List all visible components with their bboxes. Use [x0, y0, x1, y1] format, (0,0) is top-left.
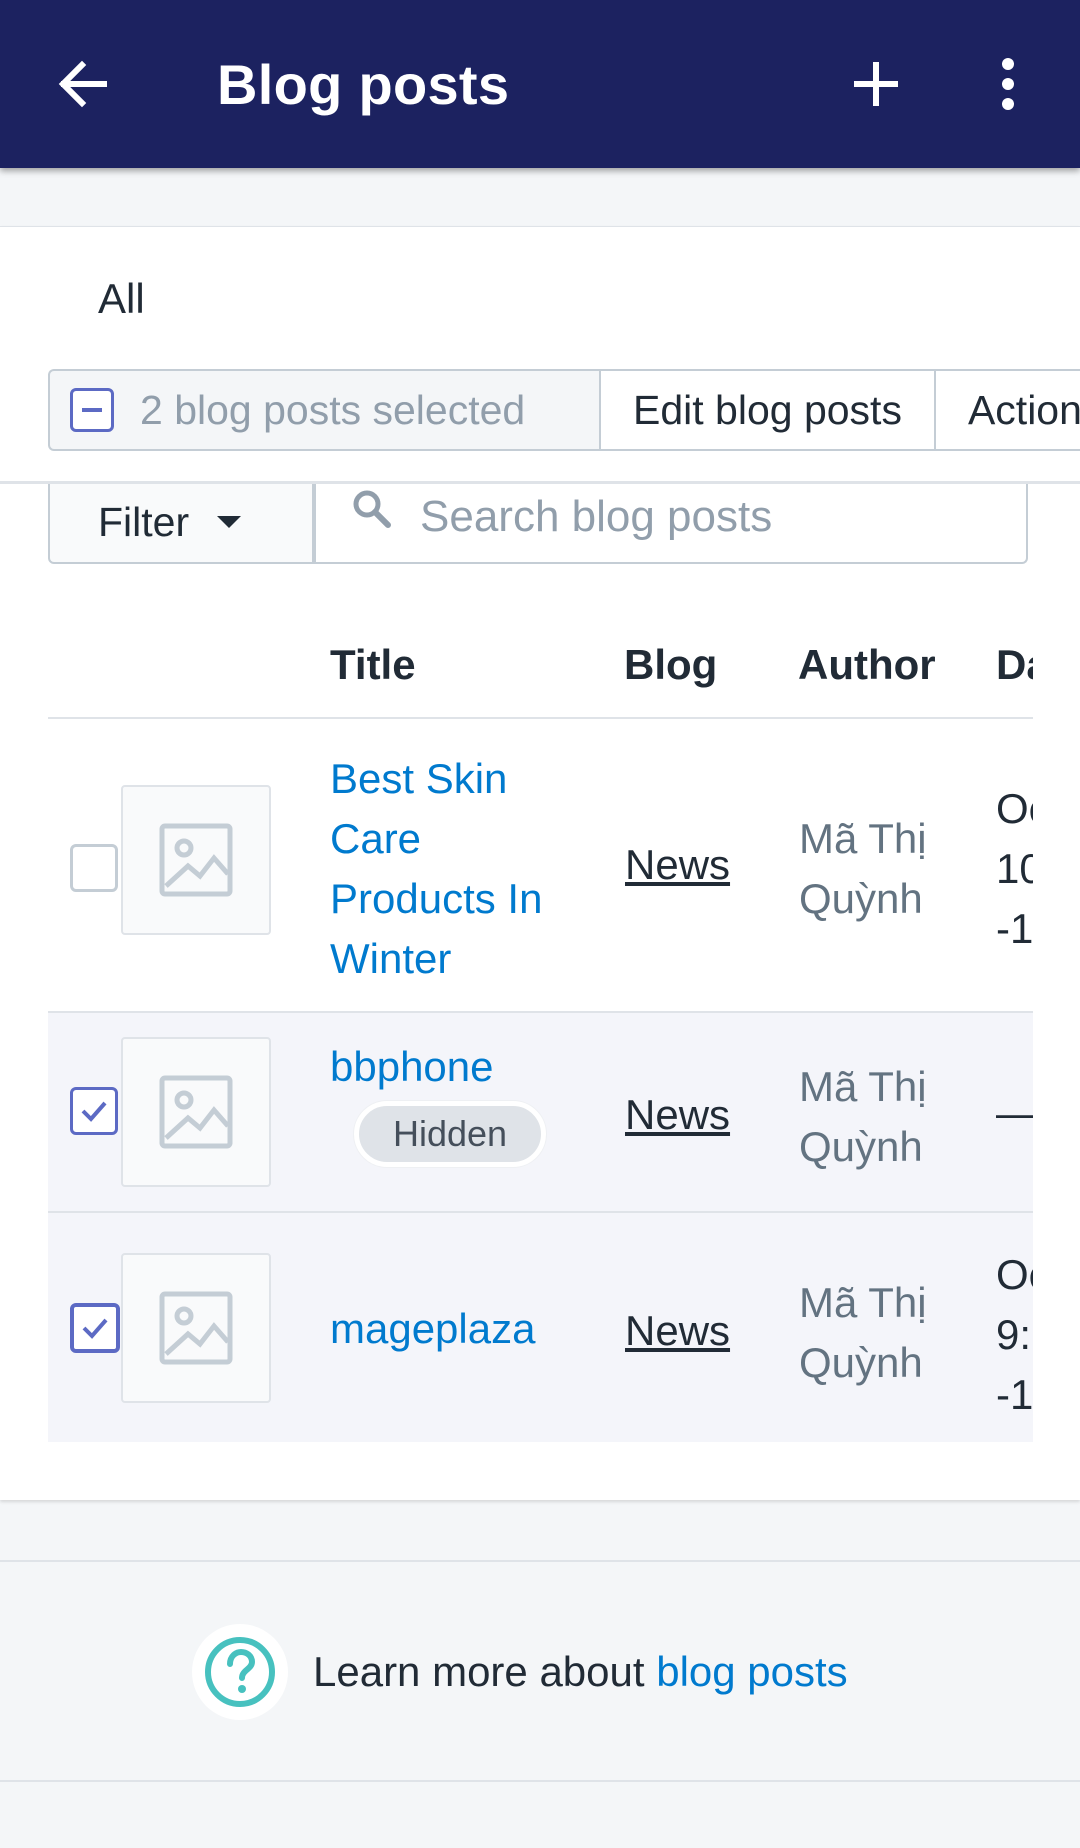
- date-line: Oct: [996, 1251, 1033, 1298]
- post-title-link[interactable]: mageplaza: [330, 1299, 535, 1359]
- help-prefix: Learn more about: [313, 1648, 657, 1695]
- column-header-title[interactable]: Title: [330, 641, 416, 689]
- date: Oct 9: -1: [996, 1245, 1033, 1425]
- help-icon: [192, 1624, 288, 1720]
- date-line: 10: [996, 845, 1033, 892]
- author-line: Quỳnh: [799, 1123, 923, 1170]
- column-header-blog[interactable]: Blog: [624, 641, 717, 689]
- post-title-link[interactable]: Best Skin Care Products In Winter: [330, 749, 542, 989]
- table-row[interactable]: bbphone Hidden News Mã Thị Quỳnh —: [48, 1013, 1033, 1213]
- divider: [0, 481, 1080, 484]
- more-vertical-icon[interactable]: [980, 48, 1036, 120]
- blog-link[interactable]: News: [625, 1307, 730, 1355]
- row-checkbox-checked[interactable]: [70, 1303, 120, 1353]
- author: Mã Thị Quỳnh: [799, 1273, 927, 1393]
- filter-button[interactable]: Filter: [48, 482, 314, 564]
- title-line: Best Skin: [330, 755, 508, 802]
- checkmark-icon: [82, 1318, 108, 1339]
- filter-row: Filter: [48, 482, 1028, 564]
- author-line: Mã Thị: [799, 1279, 927, 1326]
- table-header: Title Blog Author Date: [48, 627, 1033, 719]
- author: Mã Thị Quỳnh: [799, 809, 927, 929]
- image-placeholder-icon: [121, 1253, 271, 1403]
- table-row[interactable]: mageplaza News Mã Thị Quỳnh Oct 9: -1: [48, 1213, 1033, 1442]
- table-row[interactable]: Best Skin Care Products In Winter News M…: [48, 721, 1033, 1013]
- date: Oct 10 -1: [996, 779, 1033, 959]
- back-arrow-icon[interactable]: [48, 48, 120, 120]
- author-line: Quỳnh: [799, 1339, 923, 1386]
- blog-link[interactable]: News: [625, 1091, 730, 1139]
- page-title: Blog posts: [217, 53, 510, 116]
- author-line: Mã Thị: [799, 1063, 927, 1110]
- status-badge: Hidden: [354, 1101, 547, 1167]
- title-line: Care: [330, 815, 422, 862]
- help-text: Learn more about blog posts: [313, 1648, 848, 1696]
- row-checkbox[interactable]: [70, 844, 118, 892]
- edit-blog-posts-button[interactable]: Edit blog posts: [599, 369, 936, 451]
- column-header-date[interactable]: Date: [996, 641, 1033, 689]
- date-line: 9:: [996, 1311, 1032, 1358]
- date-line: -1: [996, 1371, 1033, 1418]
- image-placeholder-icon: [121, 785, 271, 935]
- app-bar: Blog posts: [0, 0, 1080, 168]
- checkmark-icon: [81, 1101, 107, 1122]
- help-link[interactable]: blog posts: [656, 1648, 847, 1695]
- author: Mã Thị Quỳnh: [799, 1057, 927, 1177]
- bulk-actions-bar: 2 blog posts selected Edit blog posts Ac…: [48, 369, 1080, 451]
- column-header-author[interactable]: Author: [798, 641, 936, 689]
- author-line: Mã Thị: [799, 815, 927, 862]
- caret-down-icon: [217, 516, 242, 528]
- date-line: Oct: [996, 785, 1033, 832]
- image-placeholder-icon: [121, 1037, 271, 1187]
- bulk-select-checkbox[interactable]: [70, 388, 114, 432]
- row-checkbox-checked[interactable]: [70, 1087, 118, 1135]
- bulk-selected-count: 2 blog posts selected: [140, 386, 526, 433]
- date: —: [996, 1083, 1033, 1143]
- date-line: -1: [996, 905, 1033, 952]
- blog-link[interactable]: News: [625, 841, 730, 889]
- help-footer: Learn more about blog posts: [0, 1560, 1080, 1782]
- bulk-select[interactable]: 2 blog posts selected: [48, 369, 599, 451]
- actions-button[interactable]: Actions: [935, 369, 1080, 451]
- blog-posts-card: All 2 blog posts selected Edit blog post…: [0, 226, 1080, 1500]
- add-icon[interactable]: [836, 48, 916, 120]
- search-icon: [353, 490, 391, 528]
- post-title-link[interactable]: bbphone: [330, 1037, 494, 1097]
- search-input[interactable]: [420, 492, 1020, 542]
- search-box[interactable]: [314, 482, 1028, 564]
- filter-label: Filter: [98, 498, 190, 545]
- title-line: Products In: [330, 875, 543, 922]
- author-line: Quỳnh: [799, 875, 923, 922]
- tab-all[interactable]: All: [98, 275, 145, 323]
- title-line: Winter: [330, 935, 452, 982]
